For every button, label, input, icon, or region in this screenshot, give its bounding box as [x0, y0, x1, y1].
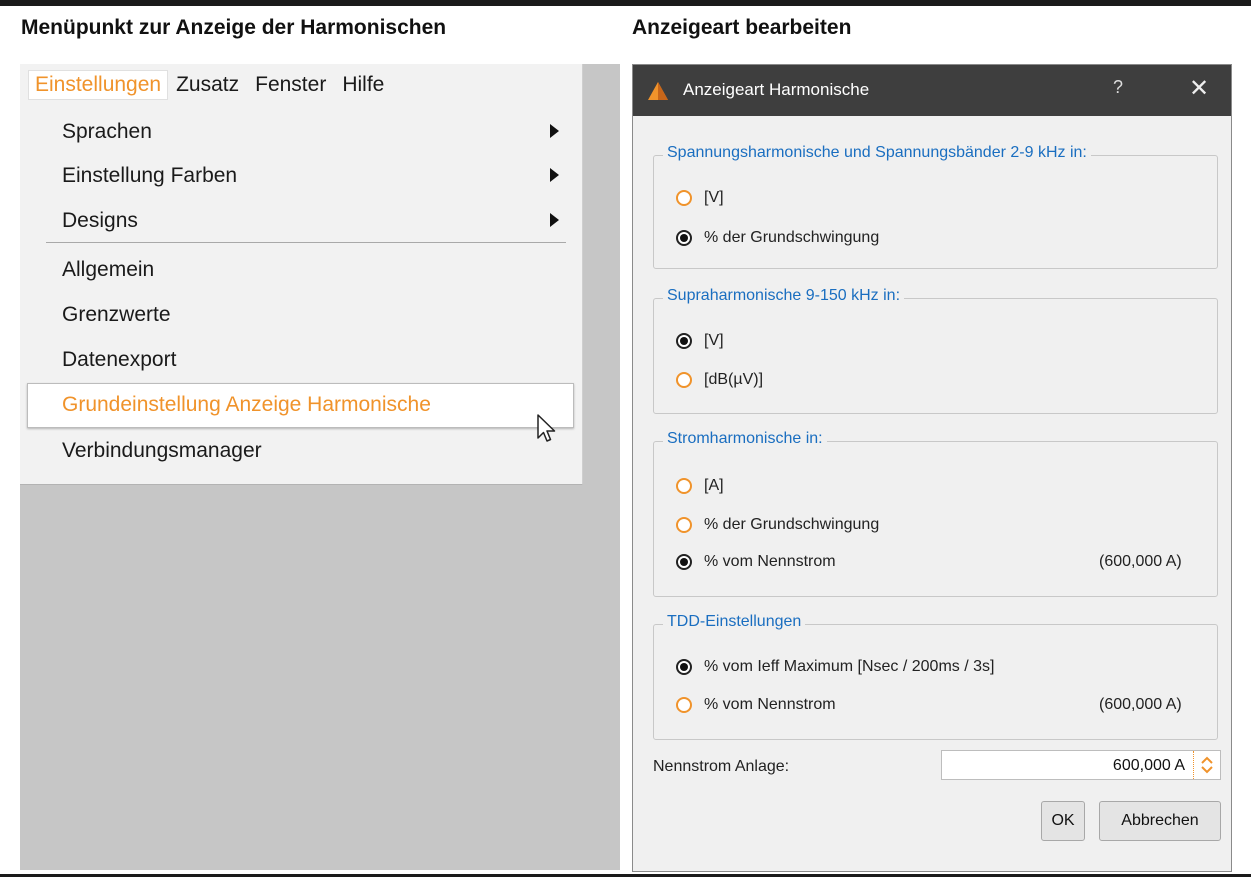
submenu-arrow-icon	[550, 213, 559, 227]
nennstrom-value-hint: (600,000 A)	[1099, 553, 1182, 570]
spin-up-down-icon[interactable]	[1193, 751, 1220, 779]
radio-label: % vom Ieff Maximum [Nsec / 200ms / 3s]	[704, 658, 995, 675]
caption-left: Menüpunkt zur Anzeige der Harmonischen	[21, 16, 447, 39]
menubar: Einstellungen Zusatz Fenster Hilfe	[20, 64, 582, 106]
menu-item-grundeinstellung-anzeige-harmonische[interactable]: Grundeinstellung Anzeige Harmonische	[27, 383, 574, 428]
radio-circle[interactable]	[676, 517, 692, 533]
settings-menu: Einstellungen Zusatz Fenster Hilfe Sprac…	[20, 64, 583, 485]
radio-label: % vom Nennstrom	[704, 553, 836, 570]
menubar-einstellungen[interactable]: Einstellungen	[28, 70, 169, 100]
cancel-button[interactable]: Abbrechen	[1099, 801, 1221, 841]
submenu-arrow-icon	[550, 168, 559, 182]
dialog-titlebar[interactable]: Anzeigeart Harmonische ? ✕	[633, 65, 1231, 116]
nennstrom-spinbox[interactable]: 600,000 A	[941, 750, 1221, 780]
group-legend: Spannungsharmonische und Spannungsbänder…	[663, 144, 1091, 162]
group-supraharmonische: Supraharmonische 9-150 kHz in: [V] [dB(µ…	[653, 287, 1218, 414]
radio-label: % vom Nennstrom	[704, 696, 836, 713]
menu-item-einstellung-farben[interactable]: Einstellung Farben	[20, 156, 582, 196]
menu-item-sprachen[interactable]: Sprachen	[20, 112, 582, 152]
menu-item-verbindungsmanager[interactable]: Verbindungsmanager	[20, 431, 582, 471]
radio-label: [V]	[704, 332, 724, 349]
group-stromharmonische: Stromharmonische in: [A] % der Grundschw…	[653, 430, 1218, 597]
menu-item-label: Verbindungsmanager	[62, 439, 262, 462]
close-button[interactable]: ✕	[1189, 74, 1209, 103]
radio-strom-prozent-nennstrom[interactable]: % vom Nennstrom (600,000 A)	[676, 552, 1196, 574]
radio-circle[interactable]	[676, 190, 692, 206]
nennstrom-value-hint: (600,000 A)	[1099, 696, 1182, 713]
menubar-hilfe[interactable]: Hilfe	[334, 73, 392, 97]
radio-label: [A]	[704, 477, 724, 494]
ok-button[interactable]: OK	[1041, 801, 1085, 841]
top-rule	[0, 0, 1251, 6]
nennstrom-input-value[interactable]: 600,000 A	[1113, 757, 1185, 775]
group-legend: Supraharmonische 9-150 kHz in:	[663, 287, 905, 305]
menu-item-label: Grenzwerte	[62, 303, 171, 326]
caption-right: Anzeigeart bearbeiten	[632, 16, 852, 39]
menubar-fenster[interactable]: Fenster	[247, 73, 334, 97]
harmonics-display-dialog: Anzeigeart Harmonische ? ✕ Spannungsharm…	[632, 64, 1232, 872]
nennstrom-label: Nennstrom Anlage:	[653, 758, 790, 775]
menubar-zusatz[interactable]: Zusatz	[168, 73, 247, 97]
radio-circle[interactable]	[676, 333, 692, 349]
menu-item-label: Datenexport	[62, 348, 177, 371]
radio-circle[interactable]	[676, 372, 692, 388]
menu-item-datenexport[interactable]: Datenexport	[20, 340, 582, 380]
menu-item-grenzwerte[interactable]: Grenzwerte	[20, 295, 582, 335]
radio-circle[interactable]	[676, 230, 692, 246]
menu-item-label: Einstellung Farben	[62, 164, 238, 187]
radio-label: % der Grundschwingung	[704, 229, 880, 246]
menu-item-label: Sprachen	[62, 120, 152, 143]
menu-item-designs[interactable]: Designs	[20, 201, 582, 241]
radio-label: [V]	[704, 189, 724, 206]
group-legend: Stromharmonische in:	[663, 430, 827, 448]
submenu-arrow-icon	[550, 124, 559, 138]
group-tdd-einstellungen: TDD-Einstellungen % vom Ieff Maximum [Ns…	[653, 613, 1218, 740]
radio-label: % der Grundschwingung	[704, 516, 880, 533]
help-button[interactable]: ?	[1113, 77, 1123, 98]
radio-circle[interactable]	[676, 478, 692, 494]
radio-circle[interactable]	[676, 697, 692, 713]
app-logo-icon	[648, 82, 668, 100]
radio-circle[interactable]	[676, 659, 692, 675]
menu-item-label: Designs	[62, 209, 138, 232]
group-legend: TDD-Einstellungen	[663, 613, 806, 631]
mouse-pointer-icon	[537, 414, 556, 442]
menu-screenshot-panel: Einstellungen Zusatz Fenster Hilfe Sprac…	[20, 64, 620, 870]
radio-circle[interactable]	[676, 554, 692, 570]
menu-item-label: Grundeinstellung Anzeige Harmonische	[62, 393, 431, 416]
menu-item-allgemein[interactable]: Allgemein	[20, 250, 582, 290]
menu-item-label: Allgemein	[62, 258, 155, 281]
radio-tdd-prozent-nennstrom[interactable]: % vom Nennstrom (600,000 A)	[676, 695, 1196, 717]
menu-separator	[46, 242, 566, 243]
dialog-title: Anzeigeart Harmonische	[683, 80, 870, 99]
radio-label: [dB(µV)]	[704, 371, 764, 388]
group-spannungsharmonische: Spannungsharmonische und Spannungsbänder…	[653, 144, 1218, 269]
